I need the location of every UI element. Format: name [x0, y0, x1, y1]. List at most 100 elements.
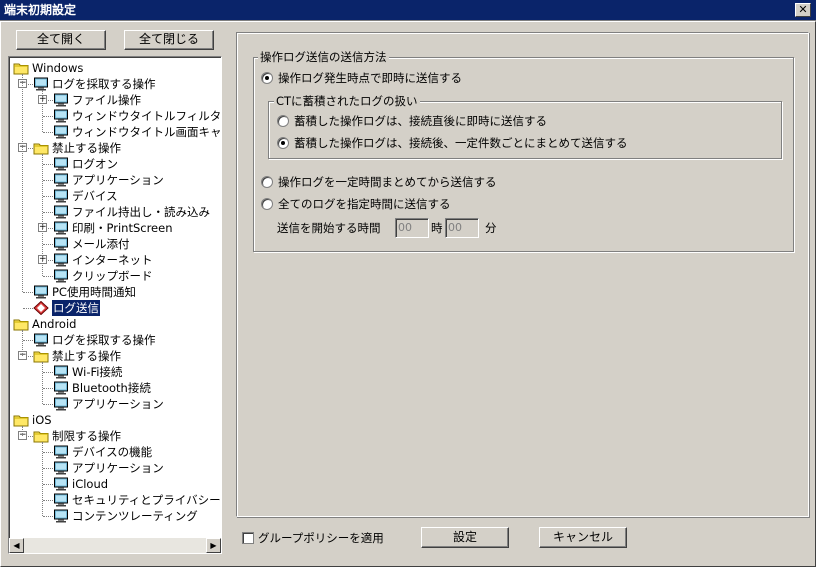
window-title: 端末初期設定 — [4, 3, 77, 17]
tree-connector — [43, 244, 53, 245]
tree-item[interactable]: ウィンドウタイトル画面キャプチャ — [9, 124, 222, 140]
tree-item[interactable]: − 制限する操作 — [9, 428, 221, 444]
tree-item-label: インターネット — [72, 253, 153, 267]
hour-unit-label: 時 — [431, 221, 443, 235]
monitor-icon — [53, 461, 69, 475]
tree-item-label: 禁止する操作 — [52, 141, 121, 155]
monitor-icon — [53, 221, 69, 235]
tree-item-label: ログを採取する操作 — [52, 77, 156, 91]
monitor-icon — [53, 509, 69, 523]
group-policy-checkbox[interactable] — [242, 532, 254, 544]
tree-item-label: 制限する操作 — [52, 429, 121, 443]
monitor-icon — [53, 493, 69, 507]
tree-connector — [43, 484, 53, 485]
option-interval-radio[interactable] — [261, 176, 273, 188]
tree-item[interactable]: + ファイル操作 — [9, 92, 221, 108]
monitor-icon — [53, 93, 69, 107]
scroll-right-icon[interactable]: ▶ — [206, 538, 221, 553]
monitor-icon — [53, 125, 69, 139]
monitor-icon — [53, 157, 69, 171]
monitor-icon — [53, 173, 69, 187]
tree-connector — [43, 212, 53, 213]
tree-item[interactable]: + インターネット — [9, 252, 221, 268]
tree-item-label: メール添付 — [72, 237, 130, 251]
tree-item[interactable]: − 禁止する操作 — [9, 348, 221, 364]
tree-item[interactable]: アプリケーション — [9, 172, 221, 188]
option-immediate-radio[interactable] — [261, 72, 273, 84]
option-scheduled-radio[interactable] — [261, 198, 273, 210]
tree-item[interactable]: ウィンドウタイトルフィルタ — [9, 108, 221, 124]
cancel-button[interactable]: キャンセル — [539, 527, 627, 548]
tree-item[interactable]: Wi-Fi接続 — [9, 364, 221, 380]
tree-item[interactable]: Windows — [9, 60, 221, 76]
tree-item[interactable]: クリップボード — [9, 268, 221, 284]
tree-item[interactable]: ログオン — [9, 156, 221, 172]
start-hour-input[interactable]: 00 — [395, 218, 429, 238]
tree-item[interactable]: iOS — [9, 412, 221, 428]
tree-item[interactable]: アプリケーション — [9, 396, 221, 412]
tree-item-label: ウィンドウタイトル画面キャプチャ — [72, 125, 222, 139]
tree-connector — [42, 362, 43, 404]
tree-item[interactable]: ログ送信 — [9, 300, 221, 316]
tree-item-label: 印刷・PrintScreen — [72, 221, 173, 235]
monitor-icon — [53, 237, 69, 251]
tree-connector — [43, 404, 53, 405]
tree-connector — [43, 276, 53, 277]
tree-item[interactable]: iCloud — [9, 476, 221, 492]
tree-item[interactable]: + 印刷・PrintScreen — [9, 220, 221, 236]
tree-item[interactable]: メール添付 — [9, 236, 221, 252]
tree-item-label: iCloud — [72, 477, 109, 491]
tree-horizontal-scrollbar[interactable]: ◀ ▶ — [9, 538, 221, 553]
tree-item-label: コンテンツレーティング — [72, 509, 198, 523]
tree-connector — [23, 292, 33, 293]
scroll-left-icon[interactable]: ◀ — [9, 538, 24, 553]
tree-item[interactable]: − ログを採取する操作 — [9, 76, 221, 92]
folder-icon — [13, 61, 29, 75]
expand-all-button[interactable]: 全て開く — [16, 30, 106, 50]
ok-button[interactable]: 設定 — [421, 527, 509, 548]
option-send-batch-radio[interactable] — [277, 137, 289, 149]
tree-item[interactable]: ファイル持出し・読み込み — [9, 204, 221, 220]
tree-item-label: ログを採取する操作 — [52, 333, 156, 347]
option-immediate-label: 操作ログ発生時点で即時に送信する — [278, 71, 462, 85]
tree-item[interactable]: コンテンツレーティング — [9, 508, 221, 524]
tree-item-label: Windows — [32, 61, 84, 75]
tree-item[interactable]: Bluetooth接続 — [9, 380, 221, 396]
tree-connector — [42, 154, 43, 276]
tree-item-label: ファイル持出し・読み込み — [72, 205, 210, 219]
option-send-on-connect-label: 蓄積した操作ログは、接続直後に即時に送信する — [294, 114, 547, 128]
tree-connector — [22, 426, 23, 436]
tree-connector — [43, 500, 53, 501]
minute-unit-label: 分 — [485, 221, 497, 235]
tree-item-label: デバイスの機能 — [72, 445, 153, 459]
tree-connector — [42, 442, 43, 516]
diamond-icon — [33, 300, 49, 316]
option-send-on-connect-radio[interactable] — [277, 115, 289, 127]
tree-item[interactable]: PC使用時間通知 — [9, 284, 221, 300]
tree-item-label: PC使用時間通知 — [52, 285, 136, 299]
group-policy-label: グループポリシーを適用 — [258, 531, 384, 545]
folder-icon — [13, 317, 29, 331]
tree-item-label: アプリケーション — [72, 173, 164, 187]
tree-item[interactable]: − 禁止する操作 — [9, 140, 221, 156]
settings-tree[interactable]: Windows − ログを採取する操作 + ファイル操作 ウィンドウタイトルフィルタ ウィン… — [8, 56, 222, 554]
tree-connector — [43, 452, 53, 453]
tree-item[interactable]: Android — [9, 316, 221, 332]
tree-item-label: ファイル操作 — [72, 93, 141, 107]
close-button[interactable]: ✕ — [795, 3, 811, 17]
folder-icon — [33, 349, 49, 363]
tree-item-label: 禁止する操作 — [52, 349, 121, 363]
collapse-all-button[interactable]: 全て閉じる — [124, 30, 214, 50]
monitor-icon — [53, 381, 69, 395]
tree-item[interactable]: セキュリティとプライバシー — [9, 492, 221, 508]
tree-item[interactable]: アプリケーション — [9, 460, 221, 476]
tree-connector — [22, 74, 23, 292]
tree-item-label: iOS — [32, 413, 52, 427]
start-minute-input[interactable]: 00 — [445, 218, 479, 238]
tree-connector — [43, 180, 53, 181]
option-interval-label: 操作ログを一定時間まとめてから送信する — [278, 175, 497, 189]
tree-item[interactable]: デバイスの機能 — [9, 444, 221, 460]
tree-item[interactable]: デバイス — [9, 188, 221, 204]
tree-item[interactable]: ログを採取する操作 — [9, 332, 221, 348]
tree-connector — [43, 372, 53, 373]
